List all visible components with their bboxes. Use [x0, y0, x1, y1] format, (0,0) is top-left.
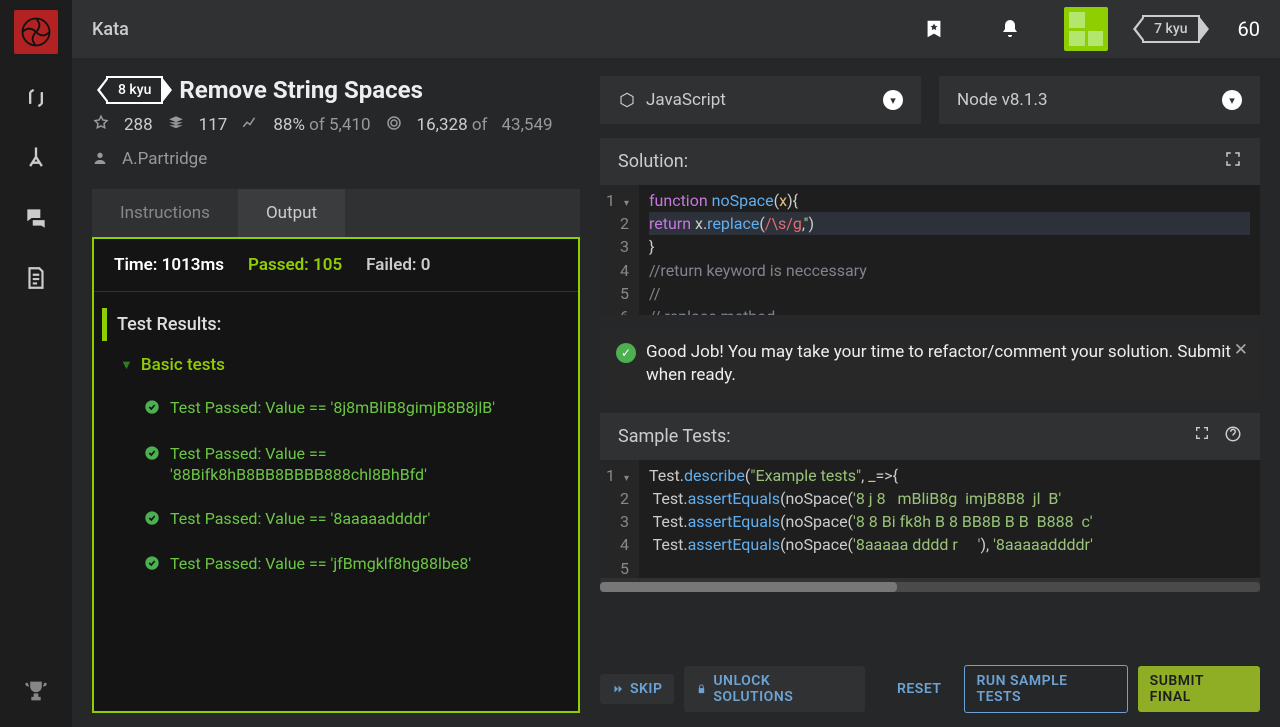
tab-output[interactable]: Output [238, 189, 345, 237]
target-icon [385, 114, 403, 135]
bookmark-icon[interactable] [920, 15, 948, 43]
output-panel: Time: 1013ms Passed: 105 Failed: 0 Test … [92, 237, 580, 713]
test-group: ▼Basic tests Test Passed: Value == '8j8m… [102, 355, 570, 591]
user-icon [92, 149, 108, 169]
test-result-item: Test Passed: Value == 'jfBmgklf8hg88lbe8… [120, 545, 570, 591]
test-result-item: Test Passed: Value == '8j8mBliB8gimjB8B8… [120, 389, 570, 435]
left-column: 8 kyu Remove String Spaces 288 117 88% o… [92, 76, 580, 713]
layers-icon [167, 114, 185, 135]
right-column: JavaScript ▾ Node v8.1.3 ▾ Solution: 1 ▾… [600, 76, 1260, 713]
check-icon [144, 555, 160, 577]
output-failed: Failed: 0 [366, 255, 430, 275]
nav-icon-leaderboard[interactable] [20, 675, 52, 707]
solution-title: Solution: [618, 151, 688, 172]
star-icon[interactable] [92, 114, 110, 135]
expand-icon[interactable] [1224, 150, 1242, 173]
content: 8 kyu Remove String Spaces 288 117 88% o… [72, 58, 1280, 727]
help-icon[interactable] [1224, 425, 1242, 448]
lock-icon [696, 683, 707, 695]
nav-icon-practice[interactable] [20, 142, 52, 174]
tests-panel: Sample Tests: 1 ▾2 3 4 5 Test.describe("… [600, 413, 1260, 592]
output-passed: Passed: 105 [248, 255, 342, 275]
test-group-title[interactable]: ▼Basic tests [120, 355, 570, 375]
kata-title: Remove String Spaces [179, 76, 423, 104]
tests-title: Sample Tests: [618, 426, 731, 447]
output-body[interactable]: Test Results: ▼Basic tests Test Passed: … [94, 292, 578, 711]
kata-stats: 288 117 88% of 5,410 16,328 of 43,549 A.… [92, 114, 580, 169]
output-header: Time: 1013ms Passed: 105 Failed: 0 [94, 239, 578, 292]
chevron-down-icon: ▾ [1222, 90, 1242, 110]
expand-icon[interactable] [1194, 425, 1210, 448]
output-time: Time: 1013ms [114, 255, 224, 275]
horizontal-scrollbar[interactable] [600, 582, 1260, 592]
nav-icon-docs[interactable] [20, 262, 52, 294]
main-area: Kata 7 kyu 60 8 kyu Remove String Spaces… [72, 0, 1280, 727]
topbar: Kata 7 kyu 60 [72, 0, 1280, 58]
app-sidebar [0, 0, 72, 727]
tests-editor[interactable]: 1 ▾2 3 4 5 Test.describe("Example tests"… [600, 460, 1260, 578]
test-result-item: Test Passed: Value == '8aaaaaddddr' [120, 500, 570, 546]
user-rank-badge[interactable]: 7 kyu [1142, 15, 1199, 43]
close-icon[interactable]: ✕ [1234, 339, 1248, 362]
user-honor: 60 [1238, 17, 1260, 41]
language-selector[interactable]: JavaScript ▾ [600, 76, 921, 124]
check-icon [144, 510, 160, 532]
test-results-title: Test Results: [102, 308, 570, 341]
solution-editor[interactable]: 1 ▾2 3 4 5 6 function noSpace(x){ return… [600, 185, 1260, 315]
run-button[interactable]: RUN SAMPLE TESTS [964, 665, 1128, 713]
kata-author[interactable]: A.Partridge [122, 149, 207, 169]
action-buttons: SKIP UNLOCK SOLUTIONS RESET RUN SAMPLE T… [600, 665, 1260, 713]
kata-header: 8 kyu Remove String Spaces [92, 76, 580, 104]
check-icon: ✓ [616, 343, 636, 363]
success-banner: ✓ Good Job! You may take your time to re… [600, 329, 1260, 399]
bell-icon[interactable] [996, 15, 1024, 43]
kata-rank-badge: 8 kyu [106, 76, 163, 104]
selectors: JavaScript ▾ Node v8.1.3 ▾ [600, 76, 1260, 124]
chevron-down-icon: ▾ [883, 90, 903, 110]
topbar-kata-label[interactable]: Kata [92, 19, 129, 40]
chart-icon [241, 114, 259, 135]
reset-button[interactable]: RESET [885, 674, 953, 704]
banner-text: Good Job! You may take your time to refa… [646, 341, 1244, 387]
unlock-button[interactable]: UNLOCK SOLUTIONS [684, 666, 865, 712]
tab-instructions[interactable]: Instructions [92, 189, 238, 237]
nav-icon-discuss[interactable] [20, 202, 52, 234]
submit-button[interactable]: SUBMIT FINAL [1138, 666, 1260, 712]
nav-icon-recent[interactable] [20, 82, 52, 114]
logo[interactable] [14, 10, 58, 54]
solution-panel: Solution: 1 ▾2 3 4 5 6 function noSpace(… [600, 138, 1260, 315]
js-icon [618, 91, 636, 109]
check-icon [144, 399, 160, 421]
test-result-item: Test Passed: Value == '88Bifk8hB8BB8BBBB… [120, 435, 570, 500]
skip-button[interactable]: SKIP [600, 674, 674, 704]
runtime-selector[interactable]: Node v8.1.3 ▾ [939, 76, 1260, 124]
check-icon [144, 445, 160, 486]
user-avatar[interactable] [1064, 7, 1108, 51]
tabs: Instructions Output [92, 189, 580, 237]
